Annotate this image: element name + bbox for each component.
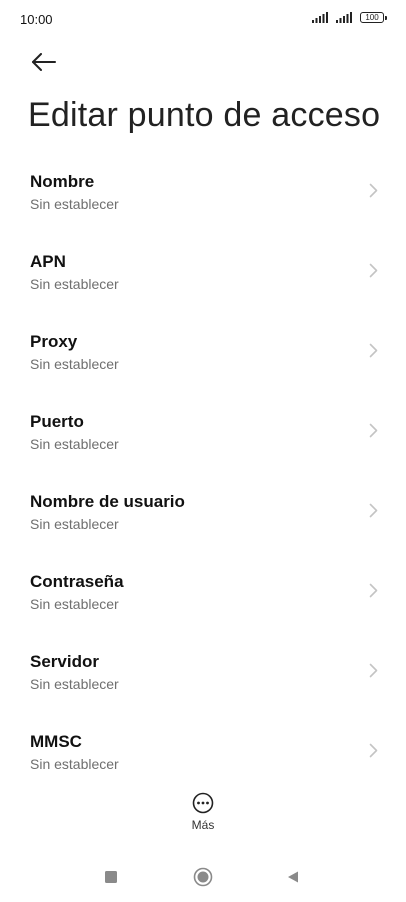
page-title: Editar punto de acceso xyxy=(28,96,381,134)
item-subtitle: Sin establecer xyxy=(30,196,119,212)
item-title: Nombre de usuario xyxy=(30,492,185,511)
home-circle-icon xyxy=(193,867,213,887)
navigation-bar xyxy=(0,860,406,894)
item-subtitle: Sin establecer xyxy=(30,516,119,532)
chevron-right-icon xyxy=(369,583,378,598)
item-subtitle: Sin establecer xyxy=(30,596,119,612)
item-title: Proxy xyxy=(30,332,78,351)
chevron-right-icon xyxy=(369,663,378,678)
item-title: Contraseña xyxy=(30,572,124,591)
more-dots-icon xyxy=(192,792,214,814)
list-item-apn[interactable]: APN Sin establecer xyxy=(0,230,406,310)
system-back-button[interactable] xyxy=(278,866,308,888)
chevron-right-icon xyxy=(369,423,378,438)
battery-icon: 100 xyxy=(360,12,387,23)
item-subtitle: Sin establecer xyxy=(30,676,119,692)
item-subtitle: Sin establecer xyxy=(30,436,119,452)
settings-list: Nombre Sin establecer APN Sin establecer… xyxy=(0,150,406,790)
list-item-mmsc[interactable]: MMSC Sin establecer xyxy=(0,710,406,790)
back-triangle-icon xyxy=(288,871,298,883)
recents-button[interactable] xyxy=(96,866,126,888)
item-title: Puerto xyxy=(30,412,84,431)
back-arrow-icon xyxy=(32,53,56,71)
item-subtitle: Sin establecer xyxy=(30,276,119,292)
chevron-right-icon xyxy=(369,743,378,758)
item-title: MMSC xyxy=(30,732,82,751)
more-button[interactable]: Más xyxy=(173,792,233,838)
chevron-right-icon xyxy=(369,343,378,358)
status-bar: 10:00 100 xyxy=(0,0,406,40)
signal-icon xyxy=(312,12,330,23)
list-item-puerto[interactable]: Puerto Sin establecer xyxy=(0,390,406,470)
list-item-nombre[interactable]: Nombre Sin establecer xyxy=(0,150,406,230)
item-title: Servidor xyxy=(30,652,99,671)
list-item-nombre-de-usuario[interactable]: Nombre de usuario Sin establecer xyxy=(0,470,406,550)
chevron-right-icon xyxy=(369,183,378,198)
item-title: APN xyxy=(30,252,66,271)
status-time: 10:00 xyxy=(20,12,53,27)
list-item-proxy[interactable]: Proxy Sin establecer xyxy=(0,310,406,390)
signal-icon xyxy=(336,12,354,23)
home-button[interactable] xyxy=(188,866,218,888)
recents-square-icon xyxy=(105,871,117,883)
back-button[interactable] xyxy=(26,46,62,78)
status-icons: 100 xyxy=(312,12,387,23)
chevron-right-icon xyxy=(369,503,378,518)
item-subtitle: Sin establecer xyxy=(30,356,119,372)
list-item-contrasena[interactable]: Contraseña Sin establecer xyxy=(0,550,406,630)
battery-level: 100 xyxy=(365,13,379,22)
more-label: Más xyxy=(191,818,215,832)
chevron-right-icon xyxy=(369,263,378,278)
item-subtitle: Sin establecer xyxy=(30,756,119,772)
item-title: Nombre xyxy=(30,172,95,191)
list-item-servidor[interactable]: Servidor Sin establecer xyxy=(0,630,406,710)
